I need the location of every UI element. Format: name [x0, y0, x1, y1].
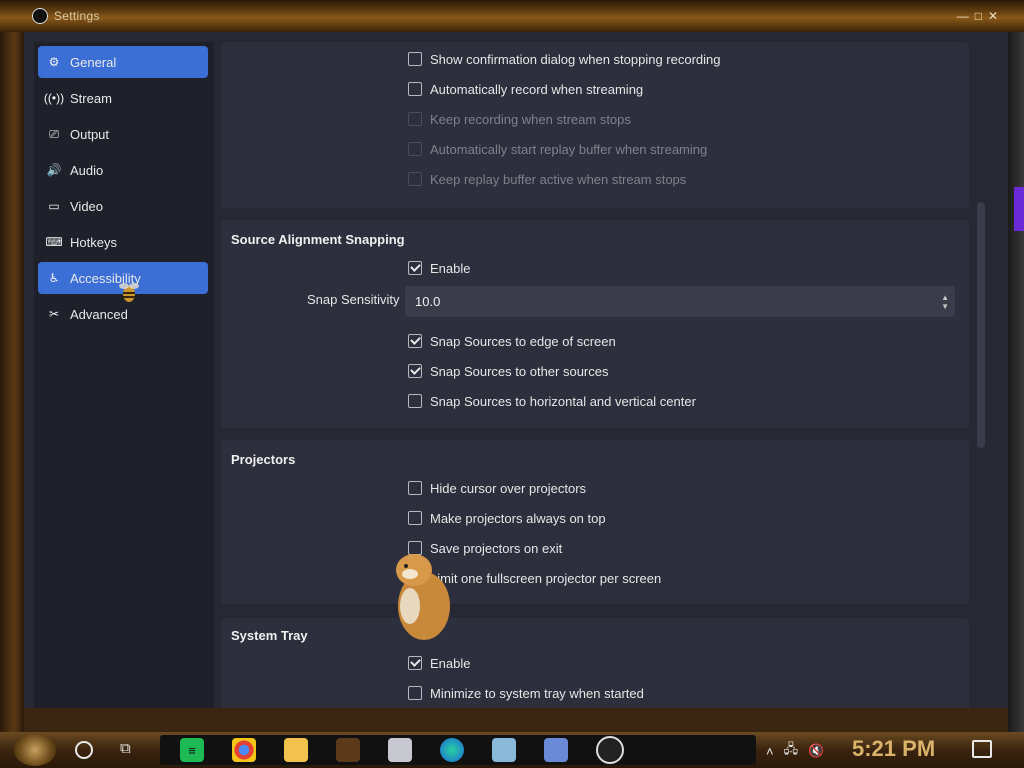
checkbox[interactable]: [408, 334, 422, 348]
background-app-strip: [1014, 187, 1024, 231]
option-auto-record-streaming[interactable]: Automatically record when streaming: [408, 79, 643, 99]
chevron-up-icon[interactable]: ˄: [766, 744, 774, 759]
bee-desktop-pet: [119, 283, 139, 302]
wrench-icon: ✂: [48, 307, 60, 321]
task-view-icon[interactable]: ⧉: [120, 740, 131, 757]
checkbox[interactable]: [408, 261, 422, 275]
checkbox[interactable]: [408, 394, 422, 408]
monitor-icon: ▭: [48, 199, 60, 213]
option-snap-edge[interactable]: Snap Sources to edge of screen: [408, 331, 616, 351]
hamster-desktop-pet: [396, 554, 450, 640]
chevron-up-icon[interactable]: ▲: [941, 293, 949, 302]
option-snap-sources[interactable]: Snap Sources to other sources: [408, 361, 609, 381]
option-hide-cursor[interactable]: Hide cursor over projectors: [408, 478, 586, 498]
sidebar-item-label: Stream: [70, 90, 112, 106]
antenna-icon: ((•)): [43, 91, 65, 105]
sidebar-item-audio[interactable]: 🔊 Audio: [38, 154, 208, 186]
chevron-down-icon[interactable]: ▼: [941, 302, 949, 311]
checkbox[interactable]: [408, 686, 422, 700]
sidebar-item-video[interactable]: ▭ Video: [38, 190, 208, 222]
chrome-icon[interactable]: [232, 738, 256, 762]
sidebar-item-label: Audio: [70, 162, 104, 178]
sidebar-item-label: Output: [70, 126, 110, 142]
projectors-group: Projectors Hide cursor over projectors M…: [221, 440, 969, 604]
option-auto-replay-buffer: Automatically start replay buffer when s…: [408, 139, 707, 159]
sidebar-item-stream[interactable]: ((•)) Stream: [38, 82, 208, 114]
option-snapping-enable[interactable]: Enable: [408, 258, 470, 278]
group-title: Projectors: [231, 452, 296, 467]
app-icon[interactable]: [492, 738, 516, 762]
sidebar-item-label: Hotkeys: [70, 234, 117, 250]
snapping-group: Source Alignment Snapping Enable Snap Se…: [221, 220, 969, 428]
desktop-right-edge: [1008, 32, 1024, 732]
option-minimize-to-tray[interactable]: Minimize to system tray when started: [408, 683, 644, 703]
close-icon[interactable]: ✕: [988, 9, 998, 23]
minimize-icon[interactable]: —: [957, 9, 969, 23]
window-title: Settings: [54, 9, 100, 23]
checkbox[interactable]: [408, 52, 422, 66]
option-always-on-top[interactable]: Make projectors always on top: [408, 508, 606, 528]
system-tray: ˄ 🖧 🔇: [766, 740, 824, 762]
checkbox: [408, 112, 422, 126]
sidebar-item-label: Video: [70, 198, 104, 214]
spotify-icon[interactable]: ≡: [180, 738, 204, 762]
checkbox[interactable]: [408, 82, 422, 96]
settings-sidebar: ⚙ General ((•)) Stream ⎚ Output 🔊 Audio …: [34, 42, 214, 708]
spin-arrows[interactable]: ▲ ▼: [941, 293, 949, 311]
snap-sensitivity-label: Snap Sensitivity: [307, 292, 400, 307]
settings-window: ⚙ General ((•)) Stream ⎚ Output 🔊 Audio …: [24, 32, 1008, 708]
option-keep-recording: Keep recording when stream stops: [408, 109, 631, 129]
checkbox: [408, 142, 422, 156]
sidebar-item-hotkeys[interactable]: ⌨ Hotkeys: [38, 226, 208, 258]
obs-icon: [32, 8, 48, 24]
output-icon: ⎚: [49, 126, 59, 141]
speaker-icon: 🔊: [46, 163, 62, 177]
checkbox[interactable]: [408, 656, 422, 670]
maximize-icon[interactable]: □: [975, 9, 982, 23]
sidebar-item-general[interactable]: ⚙ General: [38, 46, 208, 78]
sidebar-item-output[interactable]: ⎚ Output: [38, 118, 208, 150]
start-button[interactable]: [14, 734, 56, 766]
settings-content: Show confirmation dialog when stopping r…: [221, 42, 969, 708]
taskbar: ⧉ ≡ ˄ 🖧 🔇 5:21 PM: [0, 732, 1024, 768]
recording-group: Show confirmation dialog when stopping r…: [221, 42, 969, 208]
sidebar-item-label: Advanced: [70, 306, 128, 322]
group-title: System Tray: [231, 628, 308, 643]
app-icon[interactable]: [388, 738, 412, 762]
checkbox: [408, 172, 422, 186]
checkbox[interactable]: [408, 511, 422, 525]
checkbox[interactable]: [408, 481, 422, 495]
option-confirm-stop-recording[interactable]: Show confirmation dialog when stopping r…: [408, 49, 721, 69]
system-tray-group: System Tray Enable Minimize to system tr…: [221, 618, 969, 708]
network-icon[interactable]: 🖧: [784, 740, 799, 762]
edge-icon[interactable]: [440, 738, 464, 762]
gear-icon: ⚙: [48, 55, 60, 69]
desktop-left-border: [0, 32, 24, 732]
file-explorer-icon[interactable]: [284, 738, 308, 762]
app-icon[interactable]: [336, 738, 360, 762]
taskbar-apps: ≡: [160, 735, 756, 765]
option-keep-replay-buffer: Keep replay buffer active when stream st…: [408, 169, 686, 189]
content-scrollbar[interactable]: [977, 202, 985, 448]
accessibility-icon: ♿: [48, 271, 60, 285]
obs-icon[interactable]: [596, 736, 624, 764]
notification-icon[interactable]: [972, 740, 992, 758]
window-titlebar[interactable]: Settings — □ ✕: [24, 0, 1008, 32]
checkbox[interactable]: [408, 364, 422, 378]
taskbar-clock[interactable]: 5:21 PM: [852, 736, 935, 762]
option-tray-enable[interactable]: Enable: [408, 653, 470, 673]
sidebar-item-label: General: [70, 54, 117, 70]
option-snap-center[interactable]: Snap Sources to horizontal and vertical …: [408, 391, 696, 411]
app-icon[interactable]: [544, 738, 568, 762]
group-title: Source Alignment Snapping: [231, 232, 405, 247]
snap-sensitivity-spinbox[interactable]: 10.0 ▲ ▼: [405, 286, 955, 317]
speaker-muted-icon[interactable]: 🔇: [808, 743, 824, 759]
keyboard-icon: ⌨: [45, 235, 63, 249]
search-icon[interactable]: [75, 741, 93, 759]
